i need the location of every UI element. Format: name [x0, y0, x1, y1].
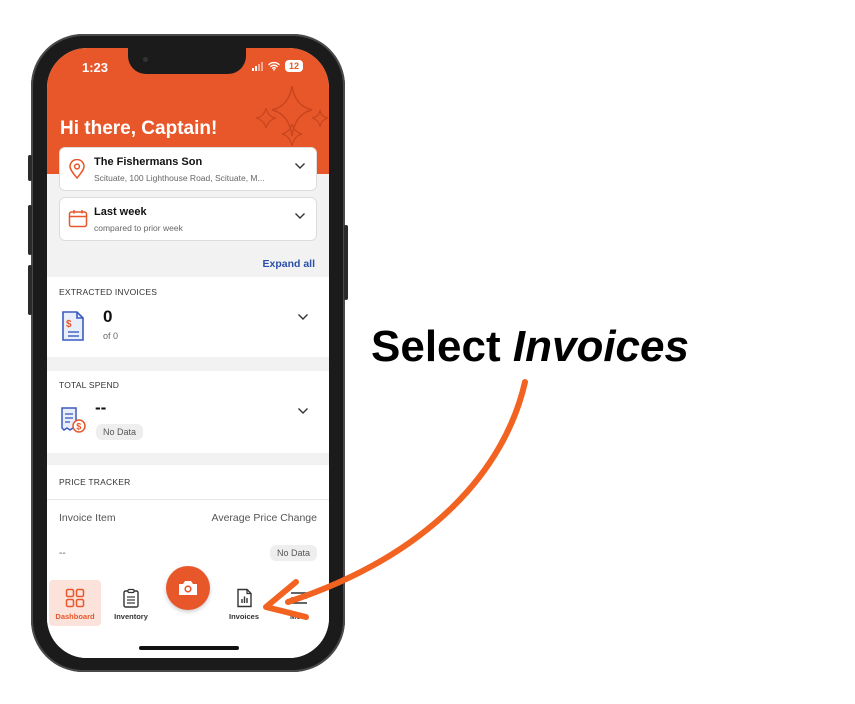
pointer-arrow: [263, 379, 528, 620]
